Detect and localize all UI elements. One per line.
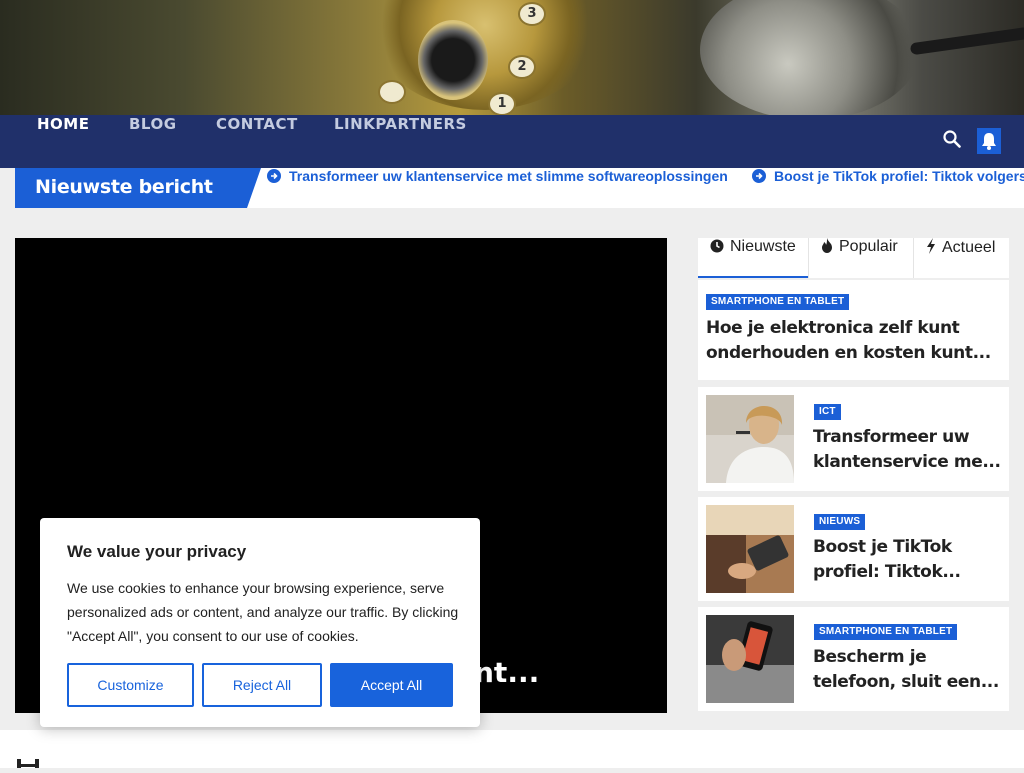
nav-linkpartners[interactable]: LINKPARTNERS [334,115,467,168]
bell-icon[interactable] [977,128,1001,154]
tab-actueel[interactable]: Actueel [914,238,1009,278]
fire-icon [821,238,833,258]
bolt-icon [926,238,936,259]
post-title[interactable]: Transformeer uw klantenservice me... [813,425,1001,475]
tab-nieuwste[interactable]: Nieuwste [698,238,808,278]
reject-all-button[interactable]: Reject All [202,663,322,707]
post-title[interactable]: Hoe je elektronica zelf kunt onderhouden… [706,316,991,366]
ticker-label: Nieuwste bericht [15,168,261,208]
arrow-circle-icon [752,169,766,183]
nav-contact[interactable]: CONTACT [216,115,298,168]
featured-post-title[interactable]: nt... [474,656,539,689]
cookie-title: We value your privacy [67,542,247,561]
cookie-consent-dialog: We value your privacy We use cookies to … [40,518,480,727]
post-title[interactable]: Bescherm je telefoon, sluit een... [813,645,999,695]
post-thumbnail[interactable] [706,395,794,483]
header-banner-image: 3 2 1 [0,0,1024,115]
post-thumbnail[interactable] [706,505,794,593]
post-title[interactable]: Boost je TikTok profiel: Tiktok... [813,535,961,585]
sidebar-tabs: Nieuwste Populair Actueel [698,238,1009,278]
ticker-item[interactable]: Boost je TikTok profiel: Tiktok volgers [752,168,1024,208]
arrow-circle-icon [267,169,281,183]
nav-home[interactable]: HOME [37,115,89,168]
sidebar-post: SMARTPHONE EN TABLET Hoe je elektronica … [698,280,1009,380]
ticker-item[interactable]: Transformeer uw klantenservice met slimm… [267,168,728,208]
post-thumbnail[interactable] [706,615,794,703]
news-ticker: n Transformeer uw klantenservice met sli… [15,168,1024,208]
sidebar-post: ICT Transformeer uw klantenservice me... [698,387,1009,491]
sidebar-post: NIEUWS Boost je TikTok profiel: Tiktok..… [698,497,1009,601]
section-heading-partial [15,755,49,768]
search-icon[interactable] [943,130,963,152]
cookie-description: We use cookies to enhance your browsing … [67,580,459,644]
category-badge[interactable]: ICT [814,404,841,420]
clock-icon [710,239,724,258]
category-badge[interactable]: SMARTPHONE EN TABLET [814,624,958,640]
category-badge[interactable]: NIEUWS [814,514,866,530]
tab-populair[interactable]: Populair [809,238,913,278]
accept-all-button[interactable]: Accept All [330,663,453,707]
sidebar-post: SMARTPHONE EN TABLET Bescherm je telefoo… [698,607,1009,711]
main-nav: HOME BLOG CONTACT LINKPARTNERS [0,115,1024,168]
customize-button[interactable]: Customize [67,663,194,707]
content-section [0,730,1024,768]
category-badge[interactable]: SMARTPHONE EN TABLET [706,294,850,310]
nav-blog[interactable]: BLOG [129,115,177,168]
